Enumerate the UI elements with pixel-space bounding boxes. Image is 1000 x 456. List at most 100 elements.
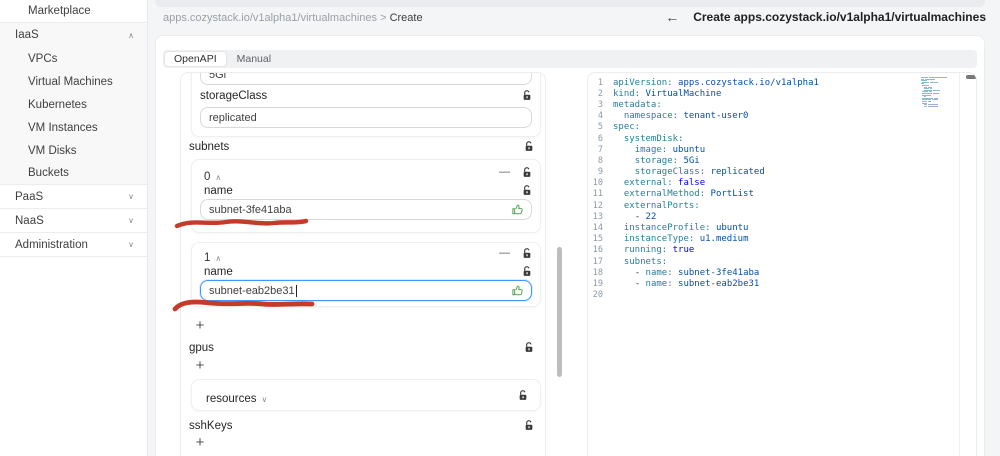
lock-icon[interactable] <box>522 167 532 178</box>
tab-openapi[interactable]: OpenAPI <box>165 52 226 66</box>
subnet-1-name-input[interactable]: subnet-eab2be31 <box>200 280 532 301</box>
lock-icon[interactable] <box>524 342 534 353</box>
editor-line[interactable]: 7 image: ubuntu <box>588 144 976 155</box>
yaml-editor-code[interactable]: 1 apiVersion: apps.cozystack.io/v1alpha1 2… <box>588 77 976 301</box>
editor-line[interactable]: 10 external: false <box>588 178 976 189</box>
chevron-down-icon: ∨ <box>261 395 268 404</box>
sidebar-item-vm-instances[interactable]: VM Instances <box>0 116 147 139</box>
sidebar-item-vm-disks[interactable]: VM Disks <box>0 139 147 162</box>
sidebar-item-label: NaaS <box>15 214 44 227</box>
remove-item-button[interactable]: — <box>499 247 510 259</box>
editor-line[interactable]: 17 subnets: <box>588 256 976 267</box>
thumbs-up-icon[interactable] <box>511 284 524 297</box>
editor-line[interactable]: 5 spec: <box>588 122 976 133</box>
minimap-slider[interactable] <box>966 75 976 79</box>
tab-manual[interactable]: Manual <box>228 52 280 66</box>
back-arrow-icon[interactable]: ← <box>665 10 679 24</box>
sidebar-item-iaas[interactable]: IaaS ∧ <box>0 23 147 47</box>
sidebar-item-label: Buckets <box>28 167 69 179</box>
chevron-up-icon: ∧ <box>215 254 222 263</box>
subnet-0-name-label: name <box>204 185 233 197</box>
sidebar-item-label: Administration <box>15 238 88 251</box>
lock-icon[interactable] <box>522 266 532 277</box>
openapi-form-panel: 5Gi storageClass replicated subnets 0 ∧ —… <box>180 72 546 456</box>
thumbs-up-icon[interactable] <box>511 203 524 216</box>
lock-icon[interactable] <box>522 185 532 196</box>
editor-line[interactable]: 11 externalMethod: PortList <box>588 189 976 200</box>
yaml-editor-panel[interactable]: 1 apiVersion: apps.cozystack.io/v1alpha1 2… <box>587 72 977 456</box>
editor-line[interactable]: 2 kind: VirtualMachine <box>588 88 976 99</box>
subnets-label: subnets <box>189 141 230 153</box>
editor-line[interactable]: 1 apiVersion: apps.cozystack.io/v1alpha1 <box>588 77 976 88</box>
add-sshkey-button[interactable]: + <box>193 435 207 450</box>
storage-input[interactable]: 5Gi <box>200 73 532 85</box>
editor-line[interactable]: 12 externalPorts: <box>588 200 976 211</box>
editor-line[interactable]: 16 running: true <box>588 245 976 256</box>
line-content: apiVersion: apps.cozystack.io/v1alpha1 <box>613 77 819 88</box>
line-content: storageClass: replicated <box>634 167 765 178</box>
lock-icon[interactable] <box>522 90 532 101</box>
breadcrumb-separator: > <box>380 12 387 24</box>
line-number: 20 <box>592 290 603 301</box>
form-scrollbar-thumb[interactable] <box>557 247 562 377</box>
line-number: 5 <box>597 122 603 133</box>
line-content: - name: subnet-3fe41aba <box>634 267 760 278</box>
breadcrumb-path[interactable]: apps.cozystack.io/v1alpha1/virtualmachin… <box>163 12 377 24</box>
sidebar-item-vpcs[interactable]: VPCs <box>0 47 147 70</box>
sidebar-item-naas[interactable]: NaaS ∨ <box>0 209 147 233</box>
editor-line[interactable]: 20 <box>588 290 976 301</box>
lock-icon[interactable] <box>518 390 528 401</box>
resources-header[interactable]: resources ∨ <box>206 389 267 407</box>
remove-item-button[interactable]: — <box>499 166 510 178</box>
lock-icon[interactable] <box>524 420 534 431</box>
editor-line[interactable]: 3 metadata: <box>588 99 976 110</box>
storageclass-label: storageClass <box>200 90 268 102</box>
breadcrumb-current: Create <box>389 12 423 24</box>
minimap-divider <box>959 73 960 456</box>
editor-line[interactable]: 14 instanceProfile: ubuntu <box>588 222 976 233</box>
editor-line[interactable]: 18 - name: subnet-3fe41aba <box>588 267 976 278</box>
sidebar-item-kubernetes[interactable]: Kubernetes <box>0 93 147 116</box>
line-content: instanceType: u1.medium <box>623 234 749 245</box>
subnet-0-name-input[interactable]: subnet-3fe41aba <box>200 199 532 220</box>
lock-icon[interactable] <box>524 141 534 152</box>
sidebar-item-administration[interactable]: Administration ∨ <box>0 233 147 257</box>
sshkeys-label: sshKeys <box>189 420 233 432</box>
lock-icon[interactable] <box>522 248 532 259</box>
line-number: 6 <box>597 133 603 144</box>
sidebar-item-label: PaaS <box>15 190 44 203</box>
resources-card[interactable]: resources ∨ <box>191 379 541 411</box>
subnet-item-1-index: 1 <box>204 252 211 264</box>
line-content: instanceProfile: ubuntu <box>623 223 749 234</box>
editor-line[interactable]: 6 systemDisk: <box>588 133 976 144</box>
sidebar-item-paas[interactable]: PaaS ∨ <box>0 185 147 209</box>
editor-minimap[interactable] <box>921 77 957 109</box>
line-number: 2 <box>597 88 603 99</box>
line-content: kind: VirtualMachine <box>613 88 722 99</box>
line-number: 17 <box>592 256 603 267</box>
line-number: 18 <box>592 267 603 278</box>
line-content: externalMethod: PortList <box>623 189 754 200</box>
subnet-item-0-index: 0 <box>204 171 211 183</box>
subnet-item-1-header[interactable]: 1 ∧ <box>204 248 221 266</box>
editor-line[interactable]: 8 storage: 5Gi <box>588 155 976 166</box>
editor-line[interactable]: 15 instanceType: u1.medium <box>588 234 976 245</box>
add-gpu-button[interactable]: + <box>193 358 207 373</box>
line-content: spec: <box>613 122 641 133</box>
sidebar-item-virtual-machines[interactable]: Virtual Machines <box>0 70 147 93</box>
line-content: externalPorts: <box>623 200 700 211</box>
line-content: subnets: <box>623 256 668 267</box>
sidebar-item-marketplace[interactable]: Marketplace <box>0 0 147 23</box>
line-content: image: ubuntu <box>634 144 706 155</box>
line-number: 10 <box>592 178 603 189</box>
subnet-item-0-header[interactable]: 0 ∧ <box>204 167 221 185</box>
storageclass-input[interactable]: replicated <box>200 107 532 128</box>
sidebar-item-buckets[interactable]: Buckets <box>0 162 147 185</box>
add-subnet-button[interactable]: + <box>193 318 207 333</box>
editor-line[interactable]: 19 - name: subnet-eab2be31 <box>588 278 976 289</box>
editor-line[interactable]: 9 storageClass: replicated <box>588 167 976 178</box>
editor-line[interactable]: 4 namespace: tenant-user0 <box>588 111 976 122</box>
line-number: 8 <box>597 155 603 166</box>
editor-line[interactable]: 13 - 22 <box>588 211 976 222</box>
chevron-up-icon: ∧ <box>215 173 222 182</box>
